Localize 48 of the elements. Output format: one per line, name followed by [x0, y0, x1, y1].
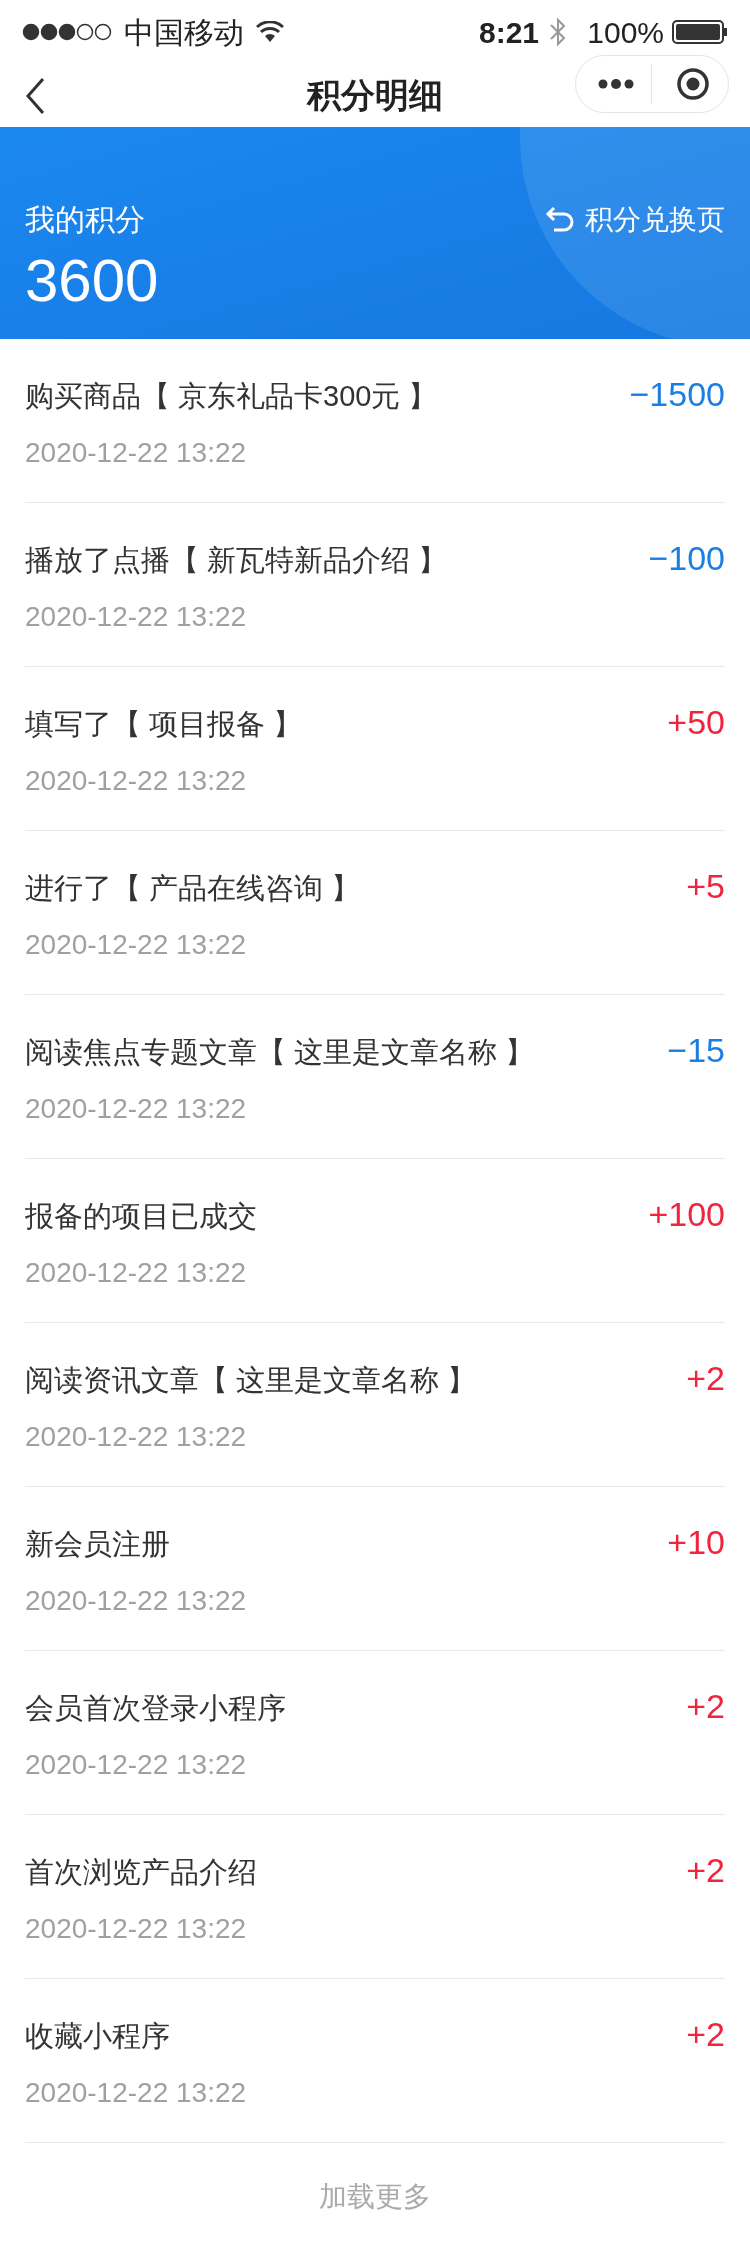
exchange-link[interactable]: 积分兑换页 [545, 201, 725, 239]
bluetooth-icon [549, 16, 568, 48]
signal-icon [22, 22, 112, 42]
battery-percent: 100% [587, 14, 664, 51]
record-title: 播放了点播【 新瓦特新品介绍 】 [25, 543, 448, 578]
points-change: +10 [667, 1522, 725, 1562]
record-title: 首次浏览产品介绍 [25, 1855, 257, 1890]
points-change: +2 [686, 2014, 725, 2054]
record-time: 2020-12-22 13:22 [25, 928, 248, 962]
points-label: 我的积分 [25, 202, 145, 238]
points-change: +100 [648, 1194, 725, 1234]
record-time: 2020-12-22 13:22 [25, 2076, 247, 2110]
load-more-button[interactable]: 加载更多 [319, 2179, 431, 2215]
battery-icon [672, 19, 728, 45]
points-change: −1500 [629, 374, 725, 414]
status-time: 8:21 [479, 14, 540, 51]
record-time: 2020-12-22 13:22 [25, 1912, 248, 1946]
record-title: 购买商品【 京东礼品卡300元 】 [25, 379, 438, 414]
record-time: 2020-12-22 13:22 [25, 764, 248, 798]
record-title: 阅读资讯文章【 这里是文章名称 】 [25, 1363, 477, 1398]
points-change: +2 [686, 1686, 725, 1726]
record-title: 填写了【 项目报备 】 [25, 707, 303, 742]
record-time: 2020-12-22 13:22 [25, 1420, 248, 1454]
record-time: 2020-12-22 13:22 [25, 1092, 248, 1126]
record-time: 2020-12-22 13:22 [25, 436, 248, 470]
return-icon [545, 205, 575, 235]
page-title: 积分明细 [307, 75, 443, 116]
record-time: 2020-12-22 13:22 [25, 600, 248, 634]
record-time: 2020-12-22 13:22 [25, 1256, 248, 1290]
record-title: 会员首次登录小程序 [25, 1691, 286, 1726]
more-icon[interactable] [598, 79, 634, 89]
points-change: +50 [667, 702, 725, 742]
record-title: 阅读焦点专题文章【 这里是文章名称 】 [25, 1035, 535, 1070]
points-change: −100 [648, 538, 725, 578]
points-change: −15 [667, 1030, 725, 1070]
back-icon[interactable] [24, 76, 46, 116]
wifi-icon [256, 21, 284, 43]
record-title: 收藏小程序 [25, 2019, 171, 2054]
points-change: +2 [686, 1358, 725, 1398]
record-title: 进行了【 产品在线咨询 】 [25, 871, 361, 906]
record-title: 报备的项目已成交 [25, 1199, 257, 1234]
record-time: 2020-12-22 13:22 [25, 1748, 248, 1782]
points-total: 3600 [25, 251, 159, 311]
record-time: 2020-12-22 13:22 [25, 1584, 247, 1618]
carrier-name: 中国移动 [124, 14, 244, 51]
points-change: +2 [686, 1850, 725, 1890]
record-title: 新会员注册 [25, 1527, 171, 1562]
points-change: +5 [686, 866, 725, 906]
